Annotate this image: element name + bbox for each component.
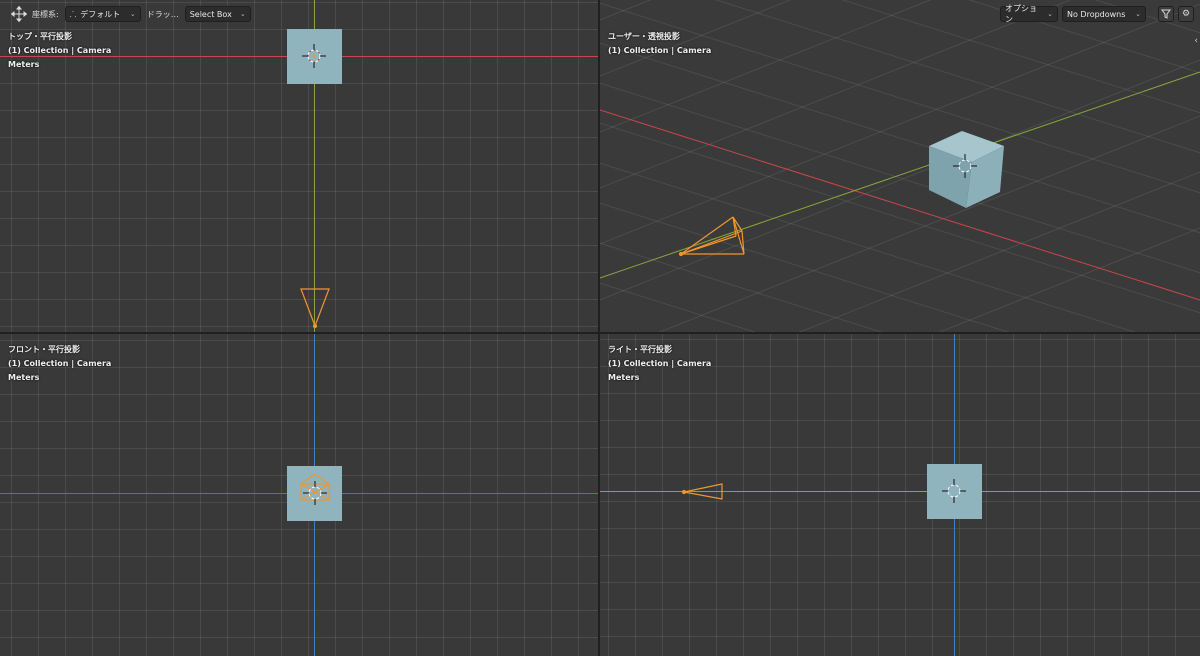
cube-origin-dot — [312, 54, 316, 58]
coord-system-label: 座標系: — [32, 9, 59, 19]
3d-cursor-icon — [942, 479, 966, 503]
viewport-info: ユーザー・透視投影 (1) Collection | Camera — [608, 30, 711, 58]
coord-system-value: デフォルト — [80, 9, 121, 19]
viewport-divider-vertical[interactable] — [598, 0, 600, 656]
collection-label: (1) Collection | Camera — [8, 46, 112, 55]
header-right-tools: オプション ⌄ No Dropdowns ⌄ ⚙ — [1000, 0, 1200, 28]
move-arrows-icon[interactable] — [10, 5, 28, 23]
chevron-down-icon: ⌄ — [1135, 10, 1141, 18]
chevron-down-icon: ⌄ — [239, 10, 246, 18]
drag-dropdown[interactable]: Select Box ⌄ — [184, 6, 251, 22]
dropdowns-value: No Dropdowns — [1067, 9, 1126, 19]
filter-funnel-icon[interactable] — [1158, 6, 1174, 22]
viewport-info: ライト・平行投影 (1) Collection | Camera Meters — [608, 343, 711, 385]
camera-icon — [300, 288, 330, 329]
collection-label: (1) Collection | Camera — [8, 359, 112, 368]
chevron-left-icon[interactable]: ‹ — [1194, 36, 1198, 46]
options-dropdown[interactable]: オプション ⌄ — [1000, 4, 1058, 24]
viewport-divider-horizontal[interactable] — [0, 332, 1200, 334]
viewport-front-ortho[interactable]: フロント・平行投影 (1) Collection | Camera Meters — [0, 334, 598, 656]
view-title: ユーザー・透視投影 — [608, 32, 680, 41]
gear-icon[interactable]: ⚙ — [1178, 6, 1194, 22]
viewport-info: フロント・平行投影 (1) Collection | Camera Meters — [8, 343, 111, 385]
view-title: ライト・平行投影 — [608, 345, 672, 354]
viewport-user-perspective[interactable]: ユーザー・透視投影 (1) Collection | Camera — [600, 0, 1200, 332]
viewport-top-ortho[interactable]: トップ・平行投影 (1) Collection | Camera Meters — [0, 0, 598, 332]
view-title: トップ・平行投影 — [8, 32, 72, 41]
chevron-down-icon: ⌄ — [1047, 10, 1053, 18]
chevron-down-icon: ⌄ — [129, 10, 136, 18]
viewport-info: トップ・平行投影 (1) Collection | Camera Meters — [8, 30, 111, 72]
collection-label: (1) Collection | Camera — [608, 359, 712, 368]
transform-orientation-icon: ⸫ — [69, 9, 77, 19]
units-label: Meters — [8, 60, 40, 69]
camera-icon — [681, 483, 723, 500]
drag-value: Select Box — [189, 9, 232, 19]
drag-label: ドラッ… — [146, 9, 179, 19]
camera-icon — [678, 216, 745, 257]
dropdowns-select[interactable]: No Dropdowns ⌄ — [1062, 6, 1146, 22]
coord-system-dropdown[interactable]: ⸫ デフォルト ⌄ — [64, 6, 141, 22]
options-label: オプション — [1005, 4, 1037, 24]
collection-label: (1) Collection | Camera — [608, 46, 712, 55]
tool-header: 座標系: ⸫ デフォルト ⌄ ドラッ… Select Box ⌄ — [0, 0, 251, 28]
units-label: Meters — [608, 373, 640, 382]
view-title: フロント・平行投影 — [8, 345, 80, 354]
units-label: Meters — [8, 373, 40, 382]
viewport-right-ortho[interactable]: ライト・平行投影 (1) Collection | Camera Meters — [600, 334, 1200, 656]
3d-cursor-icon — [303, 481, 327, 505]
